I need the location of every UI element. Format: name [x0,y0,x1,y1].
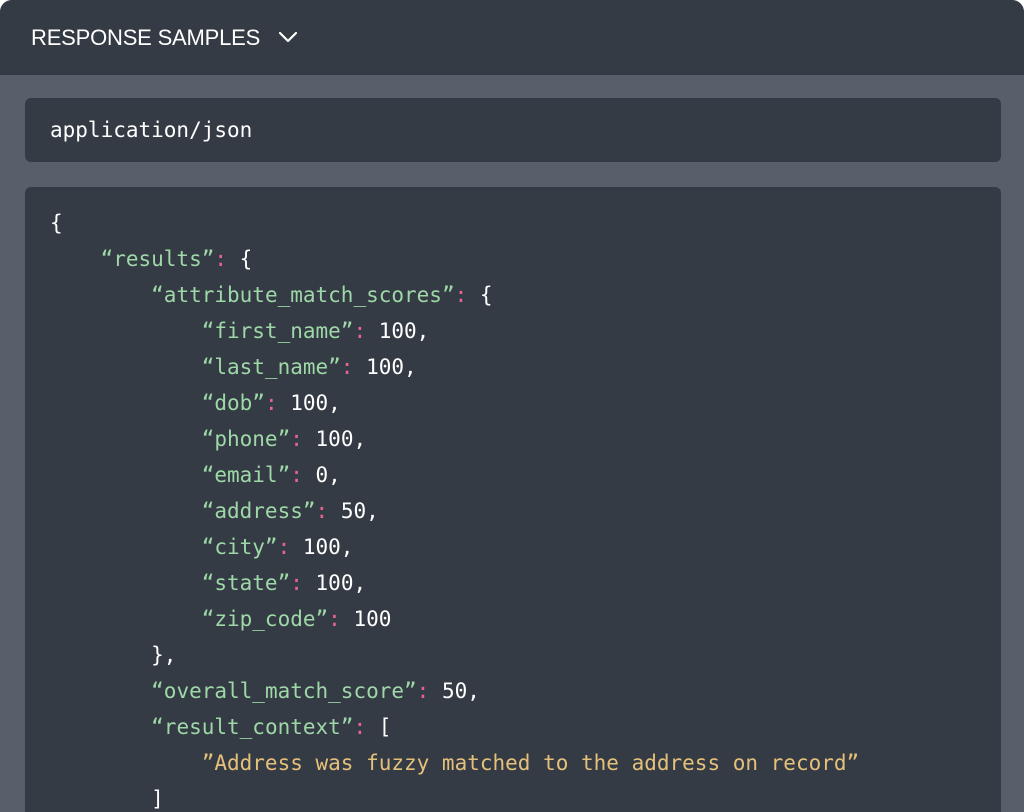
json-key: “email” [201,463,291,487]
code-line: “first_name”: 100, [50,313,859,349]
content-type-selector[interactable]: application/json [25,98,1001,162]
response-samples-panel: RESPONSE SAMPLES application/json { “res… [0,0,1024,812]
json-key: “result_context” [151,715,354,739]
json-colon: : [315,499,329,523]
json-value: 100, [302,571,367,595]
code-line: “state”: 100, [50,565,859,601]
json-key: “results” [100,247,215,271]
json-colon: : [264,391,278,415]
code-line: ] [50,781,859,812]
json-key: “state” [201,571,291,595]
json-colon: : [454,283,468,307]
json-value: }, [151,643,177,667]
json-value: { [467,283,493,307]
json-colon: : [328,607,341,631]
json-value: { [50,211,63,235]
json-value: 50, [328,499,379,523]
json-value: 100, [290,535,354,559]
json-colon: : [290,463,303,487]
json-key: “city” [201,535,278,559]
response-samples-header[interactable]: RESPONSE SAMPLES [0,0,1024,75]
code-line: “overall_match_score”: 50, [50,673,859,709]
json-colon: : [340,355,354,379]
json-colon: : [353,715,367,739]
json-code: { “results”: { “attribute_match_scores”:… [50,205,859,812]
code-line: “dob”: 100, [50,385,859,421]
json-value: { [227,247,253,271]
json-value: 100, [353,355,417,379]
code-line: “result_context”: [ [50,709,859,745]
json-key: “dob” [201,391,265,415]
json-colon: : [416,679,430,703]
json-colon: : [353,319,367,343]
json-key: “phone” [201,427,291,451]
json-value: 100 [340,607,392,631]
json-key: “zip_code” [201,607,329,631]
json-colon: : [290,571,303,595]
code-line: “city”: 100, [50,529,859,565]
content-type-label: application/json [50,118,253,142]
json-key: “first_name” [201,319,354,343]
json-colon: : [290,427,303,451]
code-line: { [50,205,859,241]
json-colon: : [214,247,228,271]
chevron-down-icon[interactable] [278,30,298,44]
json-value: 0, [302,463,341,487]
code-line: ”Address was fuzzy matched to the addres… [50,745,859,781]
code-line: “phone”: 100, [50,421,859,457]
json-key: “overall_match_score” [151,679,417,703]
json-key: “address” [201,499,316,523]
json-key: “last_name” [201,355,341,379]
json-colon: : [277,535,291,559]
json-value: 100, [366,319,430,343]
json-value: [ [366,715,392,739]
code-line: “address”: 50, [50,493,859,529]
code-line: “zip_code”: 100 [50,601,859,637]
json-value: 50, [429,679,480,703]
code-sample-block: { “results”: { “attribute_match_scores”:… [25,187,1001,812]
json-value: ] [151,787,164,811]
code-line: “attribute_match_scores”: { [50,277,859,313]
code-line: “results”: { [50,241,859,277]
response-samples-title: RESPONSE SAMPLES [31,24,261,50]
json-key: “attribute_match_scores” [151,283,455,307]
json-value: 100, [302,427,367,451]
json-value: 100, [277,391,341,415]
code-line: }, [50,637,859,673]
code-line: “last_name”: 100, [50,349,859,385]
json-string: ”Address was fuzzy matched to the addres… [201,751,860,775]
code-line: “email”: 0, [50,457,859,493]
